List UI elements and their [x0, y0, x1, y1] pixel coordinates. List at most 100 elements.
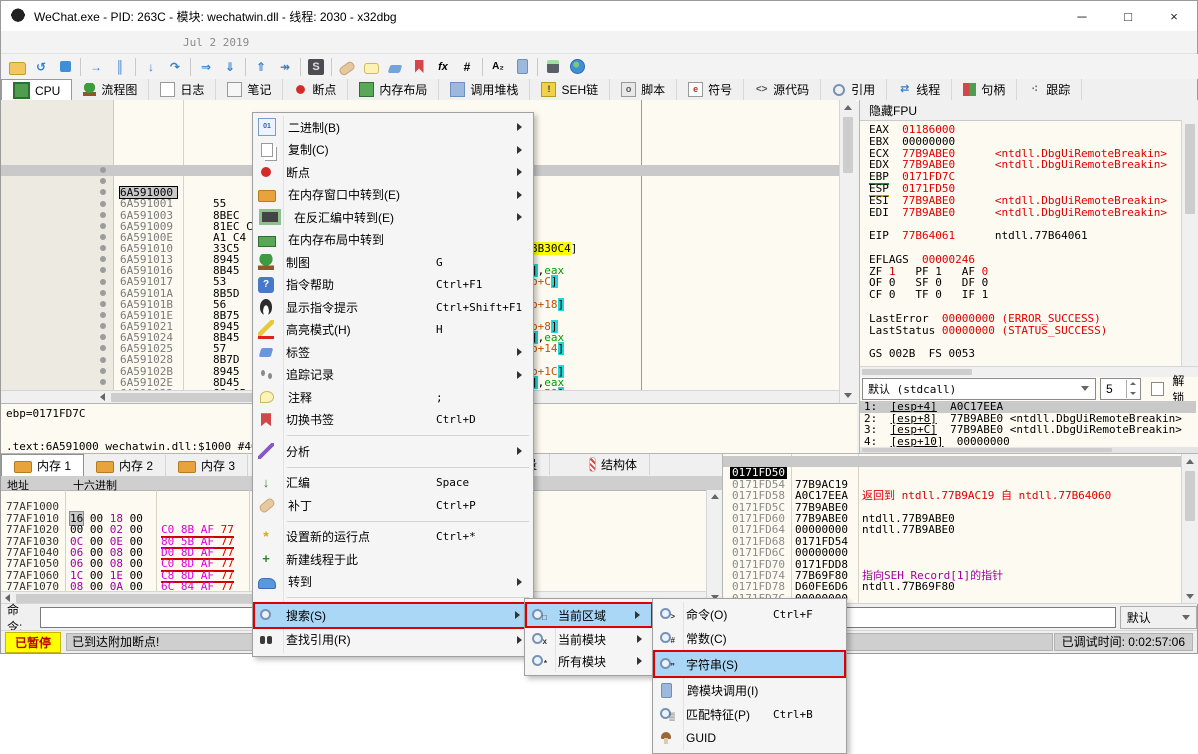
registers-scrollbar-horizontal[interactable] — [860, 366, 1198, 377]
stack-row[interactable]: 0171FD58 77B9ABE0 ntdll.77B9ABE0 — [723, 479, 1198, 490]
breakpoint-dot-icon[interactable] — [100, 290, 106, 296]
view-tab[interactable]: 流程图 — [72, 79, 149, 100]
toolbar-button[interactable] — [510, 56, 534, 78]
context-menu-item[interactable] — [253, 593, 533, 602]
menubar-item[interactable] — [111, 40, 133, 44]
toolbar-button[interactable] — [541, 56, 565, 78]
stack-row[interactable]: 0171FD64 0171FD54 — [723, 513, 1198, 524]
register-line[interactable]: LastStatus 00000000 (STATUS_SUCCESS) — [869, 325, 1167, 337]
toolbar-button[interactable] — [163, 56, 187, 78]
menubar-item[interactable] — [23, 40, 45, 44]
context-menu-item[interactable]: 追踪记录 — [253, 364, 533, 387]
close-button[interactable]: × — [1151, 1, 1197, 31]
toolbar-button[interactable] — [304, 56, 328, 78]
args-count-stepper[interactable]: 5 — [1100, 378, 1141, 400]
breakpoint-dot-icon[interactable] — [100, 178, 106, 184]
toolbar-button[interactable] — [455, 56, 479, 78]
toolbar-button[interactable] — [407, 56, 431, 78]
breakpoint-dot-icon[interactable] — [100, 312, 106, 318]
toolbar-button[interactable] — [194, 56, 218, 78]
context-menu-item[interactable]: 断点 — [253, 161, 533, 184]
breakpoint-dot-icon[interactable] — [100, 223, 106, 229]
breakpoint-dot-icon[interactable] — [100, 245, 106, 251]
toolbar-button[interactable] — [5, 56, 29, 78]
submenu-item[interactable]: 当前模块 — [525, 628, 653, 650]
toolbar-button[interactable] — [431, 56, 455, 78]
stack-row[interactable]: 0171FD74 D60FE6D6 — [723, 559, 1198, 570]
dump-tab[interactable]: 内存 2 — [84, 455, 166, 476]
breakpoint-dot-icon[interactable] — [100, 234, 106, 240]
stack-row[interactable]: 0171FD5C 77B9ABE0 ntdll.77B9ABE0 — [723, 490, 1198, 501]
context-menu-item[interactable]: 搜索(S) — [253, 602, 533, 629]
registers-scrollbar-vertical[interactable] — [1181, 120, 1198, 368]
scroll-left-icon[interactable] — [96, 391, 109, 403]
view-tab[interactable]: 内存布局 — [348, 79, 439, 100]
stack-row[interactable]: 0171FD68 00000000 — [723, 524, 1198, 535]
toolbar-button[interactable] — [383, 56, 407, 78]
context-menu-item[interactable]: 在内存窗口中转到(E) — [253, 184, 533, 207]
scroll-down-icon[interactable] — [1182, 589, 1197, 604]
stack-row[interactable]: 0171FD54 A0C17EEA — [723, 467, 1198, 478]
argument-row[interactable]: 4: [esp+10] 00000000 — [860, 436, 1196, 448]
menubar-item[interactable] — [1, 40, 23, 44]
toolbar-button[interactable] — [84, 56, 108, 78]
menubar-item[interactable] — [45, 40, 67, 44]
context-menu-item[interactable]: 在内存布局中转到 — [253, 229, 533, 252]
context-menu-item[interactable] — [253, 517, 533, 526]
view-tab[interactable]: 调用堆栈 — [439, 79, 530, 100]
view-tab[interactable]: 源代码 — [744, 79, 821, 100]
breakpoint-dot-icon[interactable] — [100, 267, 106, 273]
toolbar-button[interactable] — [53, 56, 77, 78]
toolbar-button[interactable] — [537, 58, 538, 76]
toolbar-button[interactable] — [139, 56, 163, 78]
maximize-button[interactable]: □ — [1105, 1, 1151, 31]
toolbar-button[interactable] — [29, 56, 53, 78]
view-tab[interactable]: 符号 — [677, 79, 744, 100]
context-menu-item[interactable]: 制图 G — [253, 251, 533, 274]
submenu-item[interactable]: 常数(C) — [653, 626, 846, 650]
breakpoint-dot-icon[interactable] — [100, 189, 106, 195]
scroll-up-icon[interactable] — [1182, 454, 1197, 469]
dump-tab[interactable]: 结构体 — [572, 454, 650, 475]
toolbar-button[interactable] — [300, 58, 301, 76]
breakpoint-dot-icon[interactable] — [100, 368, 106, 374]
context-menu-item[interactable]: 标签 — [253, 341, 533, 364]
view-tab[interactable]: 日志 — [149, 79, 216, 100]
stack-row[interactable]: 0171FD7C 0171FD8C — [723, 581, 1198, 592]
submenu-item[interactable]: 命令(O) Ctrl+F — [653, 602, 846, 626]
disasm-scrollbar-vertical[interactable] — [839, 100, 856, 403]
minimize-button[interactable]: ─ — [1059, 1, 1105, 31]
stack-row[interactable]: 0171FD70 77B69F80 ntdll.77B69F80 — [723, 547, 1198, 558]
menubar-item[interactable] — [133, 40, 155, 44]
breakpoint-dot-icon[interactable] — [100, 323, 106, 329]
stack-row[interactable]: 0171FD6C 0171FDD8 指向SEH_Record[1]的指针 — [723, 536, 1198, 547]
menubar-item[interactable] — [67, 40, 89, 44]
toolbar-button[interactable] — [80, 58, 81, 76]
breakpoint-dot-icon[interactable] — [100, 256, 106, 262]
toolbar-button[interactable] — [190, 58, 191, 76]
register-line[interactable]: GS 002B FS 0053 — [869, 348, 1167, 360]
breakpoint-dot-icon[interactable] — [100, 379, 106, 385]
toolbar-button[interactable] — [218, 56, 242, 78]
context-menu-item[interactable] — [253, 463, 533, 472]
dump-tab[interactable]: 内存 1 — [1, 454, 84, 477]
breakpoint-dot-icon[interactable] — [100, 212, 106, 218]
breakpoint-dot-icon[interactable] — [100, 357, 106, 363]
calling-convention-select[interactable]: 默认 (stdcall) — [862, 378, 1096, 400]
context-menu-item[interactable]: 分析 — [253, 440, 533, 463]
toolbar-button[interactable] — [245, 58, 246, 76]
context-menu-item[interactable]: 注释 ; — [253, 386, 533, 409]
stack-row[interactable]: 0171FD78 00000000 — [723, 570, 1198, 581]
register-line[interactable]: EDI 77B9ABE0 <ntdll.DbgUiRemoteBreakin> — [869, 207, 1167, 219]
view-tab[interactable]: 跟踪 — [1017, 79, 1082, 100]
breakpoint-dot-icon[interactable] — [100, 301, 106, 307]
submenu-item[interactable]: 字符串(S) — [653, 650, 846, 678]
context-menu-item[interactable]: 复制(C) — [253, 139, 533, 162]
view-tab[interactable]: CPU — [1, 79, 72, 101]
submenu-item[interactable]: 跨模块调用(I) — [653, 678, 846, 702]
context-menu-item[interactable]: 切换书签 Ctrl+D — [253, 409, 533, 432]
view-tab[interactable]: 笔记 — [216, 79, 283, 100]
submenu-item[interactable]: GUID — [653, 726, 846, 750]
hide-fpu-button[interactable]: 隐藏FPU — [860, 100, 1198, 121]
register-line[interactable]: EIP 77B64061 ntdll.77B64061 — [869, 230, 1167, 242]
